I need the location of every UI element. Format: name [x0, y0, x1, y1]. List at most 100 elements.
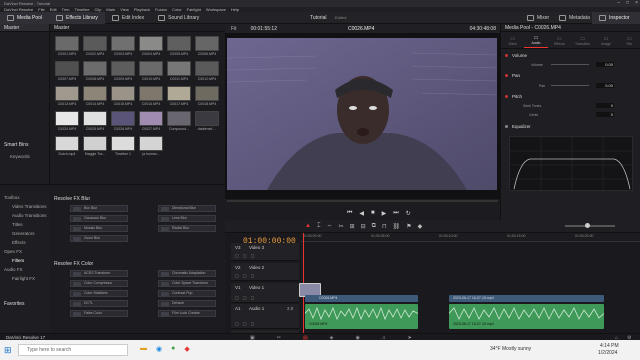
enable-dot-icon[interactable]	[505, 95, 508, 98]
effects-tree-item[interactable]: Video Transitions	[12, 204, 46, 209]
inspector-tab[interactable]: ▭ Effects	[548, 33, 571, 48]
pan-section[interactable]: Pan	[505, 73, 520, 78]
clip-thumbnail[interactable]: C0009.MP4	[111, 61, 135, 83]
pan-value[interactable]: 0.00	[596, 83, 614, 88]
blade-tool-icon[interactable]: ✂	[339, 223, 344, 230]
media-pool-button[interactable]: Media Pool	[0, 11, 50, 24]
edit-index-button[interactable]: Edit Index	[105, 12, 151, 24]
clip-thumbnail[interactable]: Dutch.mp4	[55, 136, 79, 158]
scrubber-bar[interactable]	[227, 200, 498, 202]
browser-icon[interactable]: ◉	[156, 345, 162, 353]
mixer-button[interactable]: Mixer	[520, 12, 556, 24]
effects-library-button[interactable]: Effects Library	[49, 11, 105, 24]
close-icon[interactable]: ×	[635, 0, 638, 6]
clip-thumbnail[interactable]: C0007.MP4	[55, 61, 79, 83]
equalizer-section[interactable]: Equalizer	[505, 124, 531, 129]
clip-thumbnail[interactable]: C0001.MP4	[55, 36, 79, 58]
effects-tree-item[interactable]: Audio Transitions	[12, 213, 47, 218]
effect-card[interactable]: Radial Blur	[158, 225, 216, 232]
inspector-button[interactable]: Inspector	[592, 11, 640, 24]
clip-thumbnail[interactable]: C0025.MP4	[83, 111, 107, 133]
effects-tree-item[interactable]: Filters	[12, 258, 24, 263]
track-header[interactable]: A1 Audio 1 2.0 ▢ ▢ ▢	[231, 304, 299, 329]
effect-card[interactable]: Box Blur	[70, 205, 128, 212]
enable-track-icon[interactable]: ▢	[251, 321, 255, 326]
volume-slider[interactable]	[551, 64, 589, 65]
clip-thumbnail[interactable]: C0020.MP4	[55, 111, 79, 133]
maximize-icon[interactable]: □	[626, 0, 629, 6]
taskbar-search[interactable]: Type here to search	[18, 344, 128, 356]
track-header[interactable]: V1 Video 1 ▢ ▢ ▢	[231, 283, 299, 303]
v1-clip-recording[interactable]: 2023-06-17 16-07-15.mp4	[449, 295, 604, 302]
effects-tree-item[interactable]: Audio FX	[4, 267, 23, 272]
effect-card[interactable]: Chromatic Adaptation	[158, 270, 216, 277]
effect-card[interactable]: Lens Blur	[158, 215, 216, 222]
inspector-tab[interactable]: ▭ Audio	[524, 33, 548, 48]
clip-thumbnail[interactable]: C0012.MP4	[195, 61, 219, 83]
inspector-tab[interactable]: ▭ Transition	[571, 33, 594, 48]
marker-icon[interactable]: ◆	[418, 223, 423, 230]
clip-thumbnail[interactable]: C0010.MP4	[139, 61, 163, 83]
eq-graph[interactable]	[509, 136, 634, 192]
trim-tool-icon[interactable]: ⌶	[317, 223, 321, 230]
timeline-ruler[interactable]: 01:00:00:00 01:00:05:00 01:00:10:00 01:00:1…	[301, 233, 640, 242]
clip-thumbnail[interactable]: C0027.MP4	[139, 111, 163, 133]
clip-thumbnail[interactable]: C0002.MP4	[83, 36, 107, 58]
play-reverse-icon[interactable]: ◀	[359, 210, 364, 217]
effect-card[interactable]: ACES Transform	[70, 270, 128, 277]
clip-thumbnail[interactable]: C0004.MP4	[139, 36, 163, 58]
lock-icon[interactable]: ▢	[235, 295, 239, 300]
smart-bin-keywords[interactable]: Keywords	[10, 154, 30, 159]
effects-tree-item[interactable]: Fairlight FX	[12, 276, 35, 281]
semitones-value[interactable]: 0	[596, 103, 614, 108]
clip-thumbnail[interactable]: C0015.MP4	[111, 86, 135, 108]
effects-tree-item[interactable]: Effects	[12, 240, 26, 245]
clip-thumbnail[interactable]: C0008.MP4	[83, 61, 107, 83]
go-to-end-icon[interactable]: ⏭	[393, 210, 398, 217]
effects-tree-item[interactable]: Titles	[12, 222, 23, 227]
effects-tree-item[interactable]: Generators	[12, 231, 35, 236]
clip-thumbnail[interactable]: Compound...	[167, 111, 191, 133]
inspector-tab[interactable]: ▭ Image	[594, 33, 617, 48]
clip-thumbnail[interactable]: C0016.MP4	[139, 86, 163, 108]
effects-tree-item[interactable]: Open FX	[4, 249, 22, 254]
lock-icon[interactable]: ▢	[235, 321, 239, 326]
zoom-slider-handle[interactable]	[585, 223, 590, 228]
clip-thumbnail[interactable]: C0026.MP4	[111, 111, 135, 133]
metadata-button[interactable]: Metadata	[552, 12, 597, 24]
link-icon[interactable]: ⛓	[393, 223, 401, 230]
clip-thumbnail[interactable]: ja human...	[139, 136, 163, 158]
effect-card[interactable]: Mosaic Blur	[70, 225, 128, 232]
enable-track-icon[interactable]: ▢	[251, 253, 255, 258]
clip-thumbnail[interactable]: C0005.MP4	[167, 36, 191, 58]
effect-card[interactable]: Directional Blur	[158, 205, 216, 212]
bin-master[interactable]: Master	[0, 24, 49, 32]
volume-section[interactable]: Volume	[505, 53, 527, 58]
clip-thumbnail[interactable]: C0018.MP4	[195, 86, 219, 108]
davinci-taskbar-icon[interactable]: ◆	[184, 345, 189, 353]
cents-value[interactable]: 0	[596, 112, 614, 117]
effect-card[interactable]: Contrast Pop	[158, 290, 216, 297]
clip-thumbnail[interactable]: Timeline 1	[111, 136, 135, 158]
effect-card[interactable]: Color Stabilizer	[70, 290, 128, 297]
effect-card[interactable]: Gaussian Blur	[70, 215, 128, 222]
play-icon[interactable]: ▶	[382, 210, 387, 217]
effect-card[interactable]: Zoom Blur	[70, 235, 128, 242]
go-to-start-icon[interactable]: ⏮	[347, 210, 352, 217]
clip-thumbnail[interactable]: C0006.MP4	[195, 36, 219, 58]
a1-clip-c0026[interactable]: C0026.MP4	[305, 304, 418, 329]
insert-clip-icon[interactable]: ⊞	[350, 223, 355, 230]
file-explorer-icon[interactable]: ▬	[140, 345, 147, 353]
dynamic-trim-icon[interactable]: ⇔	[327, 223, 333, 230]
pan-slider[interactable]	[551, 85, 589, 86]
clip-thumbnail[interactable]: C0003.MP4	[111, 36, 135, 58]
enable-track-icon[interactable]: ▢	[251, 295, 255, 300]
enable-dot-icon[interactable]	[505, 54, 508, 57]
auto-select-icon[interactable]: ▢	[243, 321, 247, 326]
chrome-icon[interactable]: ●	[171, 345, 175, 353]
enable-dot-icon[interactable]	[505, 74, 508, 77]
clip-thumbnail[interactable]: C0011.MP4	[167, 61, 191, 83]
auto-select-icon[interactable]: ▢	[243, 253, 247, 258]
zoom-fit[interactable]: Fit	[231, 26, 237, 32]
clip-thumbnail[interactable]: C0013.MP4	[55, 86, 79, 108]
